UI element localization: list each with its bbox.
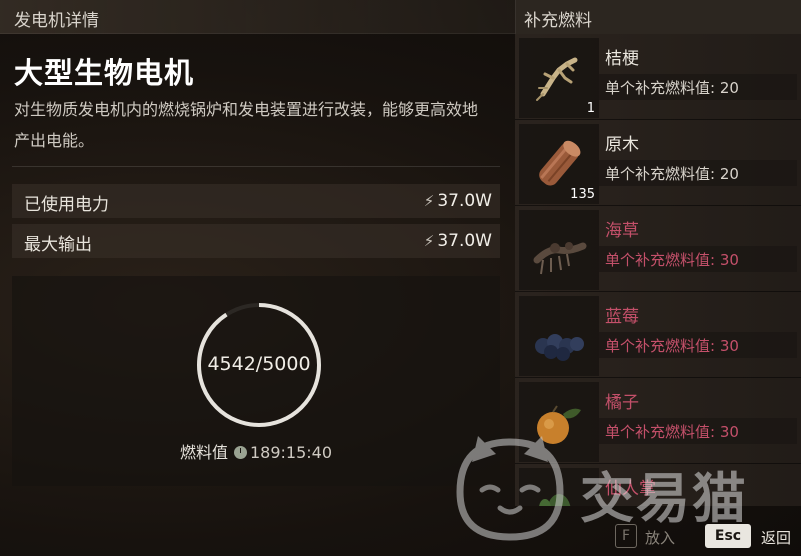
fuel-amount: 4542/5000 [207,353,311,375]
fuel-item[interactable]: 海草 单个补充燃料值: 30 [515,206,801,292]
item-slot[interactable] [519,296,599,376]
put-label: 放入 [645,529,676,547]
item-name: 原木 [605,135,639,155]
clock-icon [233,446,247,459]
item-name: 海草 [605,221,639,241]
stat-label: 最大输出 [24,235,92,255]
item-slot[interactable]: 1 [519,38,599,118]
back-label[interactable]: 返回 [761,527,791,548]
fuel-value-row: 燃料值 189:15:40 [12,439,500,463]
item-slot[interactable]: 135 [519,124,599,204]
fuel-label: 燃料值 [179,443,228,462]
item-fuel-value: 单个补充燃料值: 30 [599,332,797,358]
control-hints: F 放入 Esc 返回 [515,518,801,556]
detail-header-title: 发电机详情 [14,11,99,31]
item-name: 橘子 [605,393,639,413]
blueberry-icon [535,334,584,361]
fuel-item[interactable]: 135 原木 单个补充燃料值: 20 [515,120,801,206]
stat-value: 37.0W [437,231,492,251]
generator-title: 大型生物电机 [14,56,195,90]
stat-value: 37.0W [437,191,492,211]
wood-log-icon [539,140,581,186]
item-count: 1 [586,101,595,116]
item-count: 135 [570,187,595,202]
item-name: 蓝莓 [605,307,639,327]
seaweed-icon [533,242,587,275]
stat-row-used-power: 已使用电力 ⚡ 37.0W [12,184,500,218]
item-fuel-value: 单个补充燃料值: 30 [599,246,797,272]
lightning-icon: ⚡ [423,232,435,250]
lightning-icon: ⚡ [423,192,435,210]
stat-row-max-output: 最大输出 ⚡ 37.0W [12,224,500,258]
fuel-panel: 4542/5000 燃料值 189:15:40 [12,276,500,486]
put-key-hint[interactable]: F [615,524,637,548]
refuel-header: 补充燃料 [515,0,801,34]
item-fuel-value: 单个补充燃料值: 20 [599,74,797,100]
platycodon-root-icon [536,57,578,101]
stat-label: 已使用电力 [24,195,109,215]
item-name: 桔梗 [605,49,639,69]
fuel-item[interactable]: 1 桔梗 单个补充燃料值: 20 [515,34,801,120]
fuel-item[interactable]: 蓝莓 单个补充燃料值: 30 [515,292,801,378]
fuel-time: 189:15:40 [249,443,333,462]
refuel-header-title: 补充燃料 [524,11,592,31]
esc-key-button[interactable]: Esc [705,524,751,548]
item-slot[interactable] [519,210,599,290]
divider [12,166,500,167]
item-fuel-value: 单个补充燃料值: 20 [599,160,797,186]
generator-description: 对生物质发电机内的燃烧锅炉和发电装置进行改装，能够更高效地产出电能。 [14,100,479,150]
detail-header: 发电机详情 [0,0,515,34]
